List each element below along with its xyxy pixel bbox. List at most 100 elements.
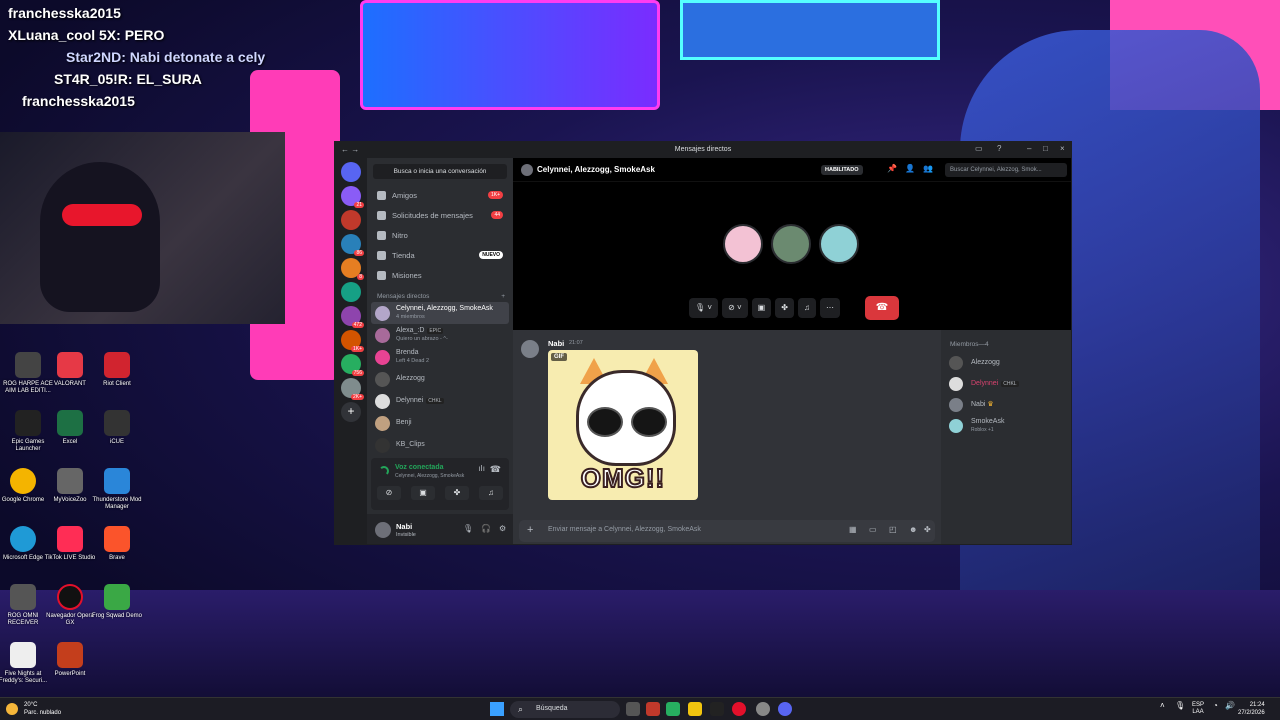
taskbar-search[interactable]: ⌕ Búsqueda: [510, 701, 620, 718]
participant-avatar[interactable]: [771, 224, 811, 264]
member-item[interactable]: Delynnei CHKL: [941, 373, 1071, 394]
dm-item-kb-clips[interactable]: KB_Clips: [371, 434, 509, 456]
server-icon[interactable]: 2K+: [341, 378, 364, 400]
desktop-icon-powerpoint[interactable]: PowerPoint: [42, 642, 98, 678]
taskbar-app-icon[interactable]: [646, 702, 660, 716]
file-explorer-icon[interactable]: [688, 702, 702, 716]
more-options-button[interactable]: ⋯: [819, 298, 840, 318]
dm-item-brenda[interactable]: Brenda Left 4 Dead 2: [371, 346, 509, 368]
help-icon[interactable]: ?: [997, 144, 1001, 153]
dm-search-button[interactable]: Busca o inicia una conversación: [373, 164, 507, 179]
inbox-icon[interactable]: ▭: [975, 144, 983, 153]
member-item[interactable]: SmokeAsk Roblox +1: [941, 415, 1071, 436]
disconnect-icon[interactable]: ☎: [490, 464, 501, 475]
add-member-icon[interactable]: 👤: [905, 164, 915, 173]
hang-up-button[interactable]: ☎: [865, 296, 899, 320]
start-button[interactable]: [490, 702, 504, 716]
avatar[interactable]: [375, 522, 391, 538]
server-icon[interactable]: [341, 210, 361, 230]
nav-quests[interactable]: Misiones: [367, 265, 513, 285]
voice-channel-name[interactable]: Celynnei, Alezzogg, SmokeAsk: [395, 473, 464, 479]
share-screen-button[interactable]: ▣: [751, 298, 772, 318]
server-icon[interactable]: 8: [341, 258, 364, 280]
sticker-icon[interactable]: ◰: [889, 525, 897, 534]
add-dm-icon[interactable]: +: [501, 293, 505, 300]
discord-taskbar-icon[interactable]: [778, 702, 792, 716]
participant-avatar[interactable]: [819, 224, 859, 264]
wifi-icon[interactable]: ◔: [1213, 702, 1218, 710]
activity-button[interactable]: ✤: [775, 298, 794, 318]
desktop-icon-brave[interactable]: Brave: [89, 526, 145, 562]
noise-suppression-icon[interactable]: ıIı: [478, 464, 485, 473]
nav-nitro[interactable]: Nitro: [367, 225, 513, 245]
gift-icon[interactable]: ▦: [849, 525, 857, 534]
add-attachment-icon[interactable]: +: [527, 524, 533, 536]
server-icon[interactable]: [341, 282, 361, 302]
headphones-icon[interactable]: 🎧: [481, 524, 491, 533]
weather-icon[interactable]: [6, 703, 18, 715]
dm-item-delynnei[interactable]: Delynnei CHKL: [371, 390, 509, 412]
desktop-icon-riot[interactable]: Riot Client: [89, 352, 145, 388]
message-composer[interactable]: + Enviar mensaje a Celynnei, Alezzogg, S…: [519, 520, 935, 542]
maximize-icon[interactable]: □: [1043, 144, 1048, 153]
weather-widget[interactable]: 20°C Parc. nublado: [24, 701, 61, 717]
message-author[interactable]: Nabi: [548, 339, 564, 348]
opera-gx-icon[interactable]: [732, 702, 746, 716]
soundboard-button[interactable]: ♫: [797, 298, 816, 318]
member-item[interactable]: Nabi ♛: [941, 394, 1071, 415]
chat-line: Star2ND: Nabi detonate a cely: [66, 49, 266, 65]
avatar[interactable]: [521, 340, 539, 358]
signal-icon[interactable]: [379, 466, 389, 476]
emoji-icon[interactable]: ☻: [909, 525, 917, 534]
camera-off-button[interactable]: ⊘: [377, 486, 401, 500]
gif-attachment[interactable]: GIF OMG!!: [548, 350, 698, 500]
microphone-tray-icon[interactable]: 🎙: [1175, 702, 1185, 710]
nav-message-requests[interactable]: Solicitudes de mensajes 44: [367, 205, 513, 225]
channel-search-input[interactable]: Buscar Celynnei, Alezzog, Smok...: [945, 163, 1067, 177]
mic-toggle-button[interactable]: 🎙 ˅: [689, 298, 719, 318]
screen-share-button[interactable]: ▣: [411, 486, 435, 500]
desktop-icon-thunderstore[interactable]: Thunderstore Mod Manager: [89, 468, 145, 511]
settings-gear-icon[interactable]: ⚙: [499, 524, 506, 533]
microphone-icon[interactable]: 🎙: [463, 524, 473, 533]
nav-friends[interactable]: Amigos 1K+: [367, 185, 513, 205]
nav-shop[interactable]: Tienda NUEVO: [367, 245, 513, 265]
server-icon[interactable]: 86: [341, 234, 364, 256]
minimize-icon[interactable]: –: [1027, 144, 1031, 153]
pin-icon[interactable]: 📌: [887, 164, 897, 173]
clock[interactable]: 21:24 27/2/2026: [1238, 701, 1265, 717]
camera-toggle-button[interactable]: ⊘ ˅: [722, 298, 748, 318]
desktop-icon-frog-sqwad[interactable]: Frog Sqwad Demo: [89, 584, 145, 620]
dm-item-alexa[interactable]: Alexa_:D EPIC Quiero un abrazo - ^-: [371, 324, 509, 346]
user-panel: Nabi Invisible 🎙 🎧 ⚙: [367, 514, 513, 544]
server-icon[interactable]: 21: [341, 186, 364, 208]
gif-icon[interactable]: ▭: [869, 525, 877, 534]
dm-item-group[interactable]: Celynnei, Alezzogg, SmokeAsk 4 miembros: [371, 302, 509, 324]
member-item[interactable]: Alezzogg: [941, 352, 1071, 373]
task-view-icon[interactable]: [626, 702, 640, 716]
composer-placeholder[interactable]: Enviar mensaje a Celynnei, Alezzogg, Smo…: [548, 526, 701, 533]
add-server-icon[interactable]: +: [341, 402, 361, 422]
members-icon[interactable]: 👥: [923, 164, 933, 173]
apps-icon[interactable]: ✤: [924, 525, 931, 534]
status-badge[interactable]: HABILITADO: [821, 165, 863, 175]
volume-icon[interactable]: 🔊: [1225, 702, 1235, 710]
soundboard-button[interactable]: ♫: [479, 486, 503, 500]
tray-chevron-icon[interactable]: ˄: [1160, 702, 1165, 710]
server-icon[interactable]: 472: [341, 306, 364, 328]
participant-avatar[interactable]: [723, 224, 763, 264]
server-icon[interactable]: 756: [341, 354, 364, 376]
taskbar-app-icon[interactable]: [666, 702, 680, 716]
dm-item-benji[interactable]: Benji: [371, 412, 509, 434]
close-icon[interactable]: ×: [1060, 144, 1065, 153]
language-indicator[interactable]: ESP LAA: [1192, 702, 1204, 716]
server-icon[interactable]: 1K+: [341, 330, 364, 352]
activities-button[interactable]: ✤: [445, 486, 469, 500]
taskbar-app-icon[interactable]: [756, 702, 770, 716]
desktop-icon-label: Thunderstore Mod Manager: [92, 497, 142, 510]
desktop-icon-icue[interactable]: iCUE: [89, 410, 145, 446]
home-button[interactable]: [341, 162, 361, 182]
taskbar-app-icon[interactable]: [710, 702, 724, 716]
dm-item-alezzogg[interactable]: Alezzogg: [371, 368, 509, 390]
desktop-icon-label: Riot Client: [103, 381, 131, 387]
